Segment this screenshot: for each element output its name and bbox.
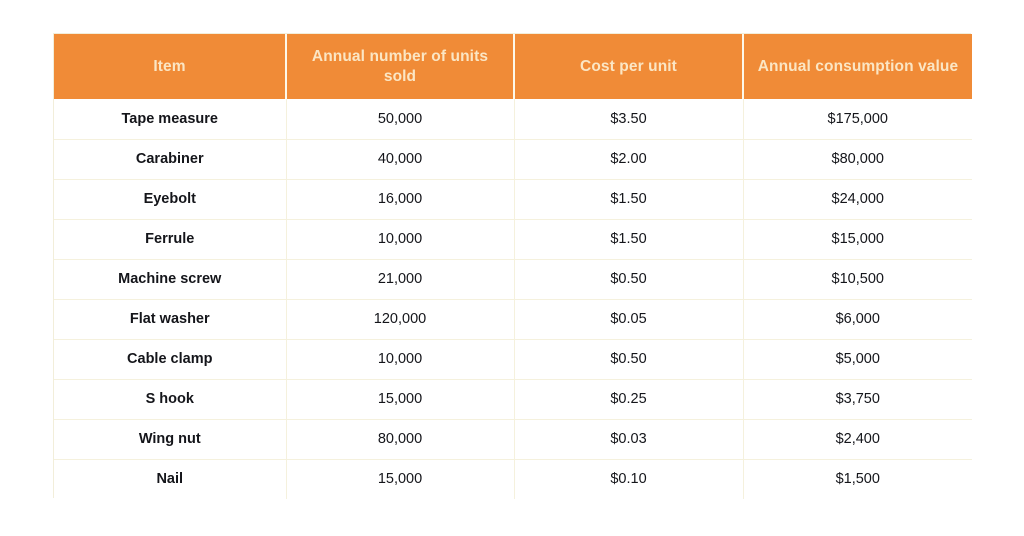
table-row: Wing nut 80,000 $0.03 $2,400 [54,418,972,459]
table-row: Ferrule 10,000 $1.50 $15,000 [54,218,972,259]
cell-units: 80,000 [286,418,515,459]
cell-units: 15,000 [286,378,515,419]
table-row: S hook 15,000 $0.25 $3,750 [54,378,972,419]
table-row: Nail 15,000 $0.10 $1,500 [54,458,972,499]
cell-units: 16,000 [286,178,515,219]
cell-item: Flat washer [54,298,287,339]
cell-value: $3,750 [743,378,972,419]
cell-units: 10,000 [286,218,515,259]
cell-cost: $3.50 [514,99,744,139]
column-header-item: Item [54,34,287,99]
cell-item: Wing nut [54,418,287,459]
cell-value: $10,500 [743,258,972,299]
table-row: Flat washer 120,000 $0.05 $6,000 [54,298,972,339]
abc-analysis-table: Item Annual number of units sold Cost pe… [54,34,972,499]
cell-units: 10,000 [286,338,515,379]
cell-cost: $1.50 [514,218,744,259]
cell-cost: $1.50 [514,178,744,219]
cell-cost: $0.10 [514,458,744,499]
table-row: Eyebolt 16,000 $1.50 $24,000 [54,178,972,219]
cell-value: $6,000 [743,298,972,339]
table-header: Item Annual number of units sold Cost pe… [54,34,972,99]
cell-units: 50,000 [286,99,515,139]
cell-item: Carabiner [54,138,287,179]
cell-cost: $0.05 [514,298,744,339]
cell-value: $2,400 [743,418,972,459]
table-row: Machine screw 21,000 $0.50 $10,500 [54,258,972,299]
table-header-row: Item Annual number of units sold Cost pe… [54,34,972,99]
cell-value: $1,500 [743,458,972,499]
table-row: Cable clamp 10,000 $0.50 $5,000 [54,338,972,379]
cell-item: Eyebolt [54,178,287,219]
cell-cost: $0.25 [514,378,744,419]
cell-value: $24,000 [743,178,972,219]
cell-item: Tape measure [54,99,287,139]
column-header-units: Annual number of units sold [286,34,515,99]
cell-units: 40,000 [286,138,515,179]
cell-item: Ferrule [54,218,287,259]
cell-units: 21,000 [286,258,515,299]
cell-item: Cable clamp [54,338,287,379]
cell-cost: $0.50 [514,338,744,379]
table-body: Tape measure 50,000 $3.50 $175,000 Carab… [54,99,972,499]
abc-analysis-table-container: Item Annual number of units sold Cost pe… [53,33,972,499]
table-row: Carabiner 40,000 $2.00 $80,000 [54,138,972,179]
cell-units: 120,000 [286,298,515,339]
cell-cost: $0.50 [514,258,744,299]
cell-item: Machine screw [54,258,287,299]
column-header-cost: Cost per unit [514,34,744,99]
cell-units: 15,000 [286,458,515,499]
column-header-value: Annual consumption value [743,34,972,99]
cell-value: $15,000 [743,218,972,259]
cell-item: S hook [54,378,287,419]
cell-value: $175,000 [743,99,972,139]
cell-item: Nail [54,458,287,499]
cell-cost: $2.00 [514,138,744,179]
cell-cost: $0.03 [514,418,744,459]
table-row: Tape measure 50,000 $3.50 $175,000 [54,99,972,139]
cell-value: $80,000 [743,138,972,179]
cell-value: $5,000 [743,338,972,379]
